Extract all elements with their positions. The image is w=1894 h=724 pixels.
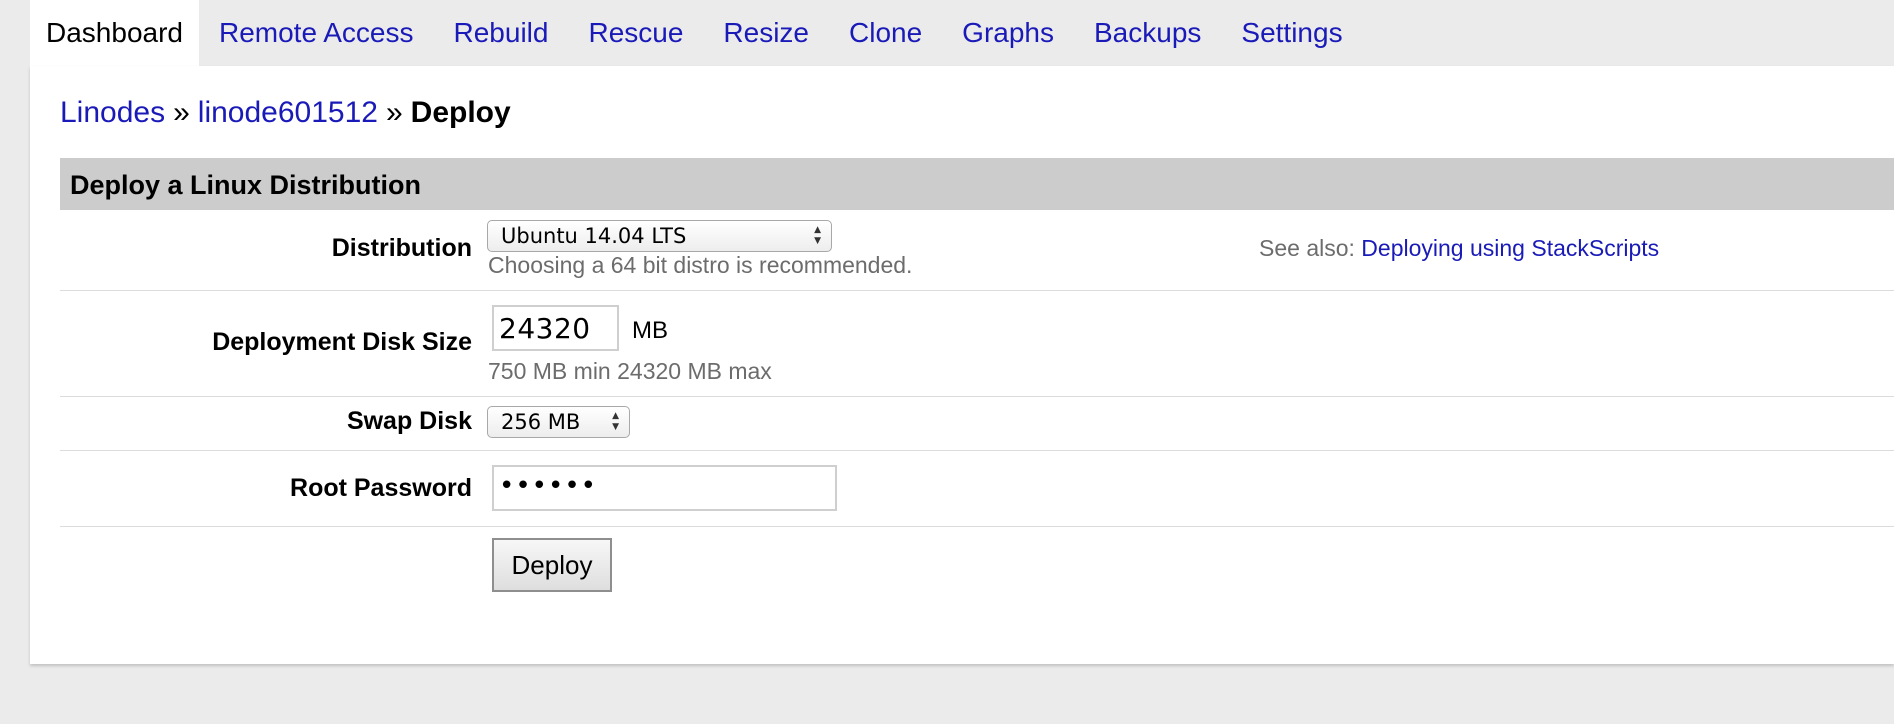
select-arrows-icon: ▲ ▼ bbox=[612, 411, 619, 432]
row-divider bbox=[60, 526, 1894, 527]
root-password-input[interactable]: •••••• bbox=[492, 465, 837, 511]
tab-clone[interactable]: Clone bbox=[829, 0, 942, 66]
breadcrumb-separator: » bbox=[173, 96, 190, 129]
distribution-hint: Choosing a 64 bit distro is recommended. bbox=[488, 252, 913, 278]
tab-rescue[interactable]: Rescue bbox=[568, 0, 703, 66]
distribution-label: Distribution bbox=[331, 234, 472, 262]
row-divider bbox=[60, 450, 1894, 451]
select-arrows-icon: ▲ ▼ bbox=[814, 225, 821, 246]
root-password-masked-value: •••••• bbox=[499, 471, 598, 501]
breadcrumb: Linodes» linode601512» Deploy bbox=[60, 96, 511, 130]
root-password-label: Root Password bbox=[290, 474, 472, 502]
stackscripts-link[interactable]: Deploying using StackScripts bbox=[1361, 235, 1659, 261]
tab-rebuild[interactable]: Rebuild bbox=[434, 0, 569, 66]
breadcrumb-linode-link[interactable]: linode601512 bbox=[198, 96, 378, 129]
breadcrumb-separator: » bbox=[385, 96, 403, 129]
disk-size-label: Deployment Disk Size bbox=[212, 328, 472, 356]
deploy-button[interactable]: Deploy bbox=[492, 538, 612, 592]
tab-dashboard[interactable]: Dashboard bbox=[30, 0, 199, 66]
see-also: See also: Deploying using StackScripts bbox=[1259, 235, 1659, 262]
tab-remote-access[interactable]: Remote Access bbox=[199, 0, 434, 66]
disk-size-value: 24320 bbox=[499, 312, 591, 345]
tab-bar: Dashboard Remote Access Rebuild Rescue R… bbox=[30, 0, 1363, 66]
section-title: Deploy a Linux Distribution bbox=[70, 170, 422, 200]
disk-size-hint: 750 MB min 24320 MB max bbox=[488, 358, 772, 384]
tab-graphs[interactable]: Graphs bbox=[942, 0, 1074, 66]
section-header: Deploy a Linux Distribution bbox=[60, 158, 1894, 210]
breadcrumb-current: Deploy bbox=[410, 96, 511, 129]
disk-size-input[interactable]: 24320 bbox=[492, 305, 619, 351]
distribution-select[interactable]: Ubuntu 14.04 LTS ▲ ▼ bbox=[487, 220, 832, 252]
tab-backups[interactable]: Backups bbox=[1074, 0, 1221, 66]
tab-resize[interactable]: Resize bbox=[703, 0, 829, 66]
tab-settings[interactable]: Settings bbox=[1221, 0, 1362, 66]
distribution-select-value: Ubuntu 14.04 LTS bbox=[501, 224, 687, 248]
breadcrumb-linodes-link[interactable]: Linodes bbox=[60, 96, 165, 129]
see-also-prefix: See also: bbox=[1259, 235, 1355, 261]
row-divider bbox=[60, 396, 1894, 397]
content-panel: Linodes» linode601512» Deploy Deploy a Lin… bbox=[30, 66, 1894, 664]
row-divider bbox=[60, 290, 1894, 291]
swap-disk-select-value: 256 MB bbox=[501, 410, 581, 434]
swap-disk-select[interactable]: 256 MB ▲ ▼ bbox=[487, 406, 630, 438]
swap-disk-label: Swap Disk bbox=[346, 407, 472, 435]
disk-size-unit: MB bbox=[632, 317, 668, 344]
